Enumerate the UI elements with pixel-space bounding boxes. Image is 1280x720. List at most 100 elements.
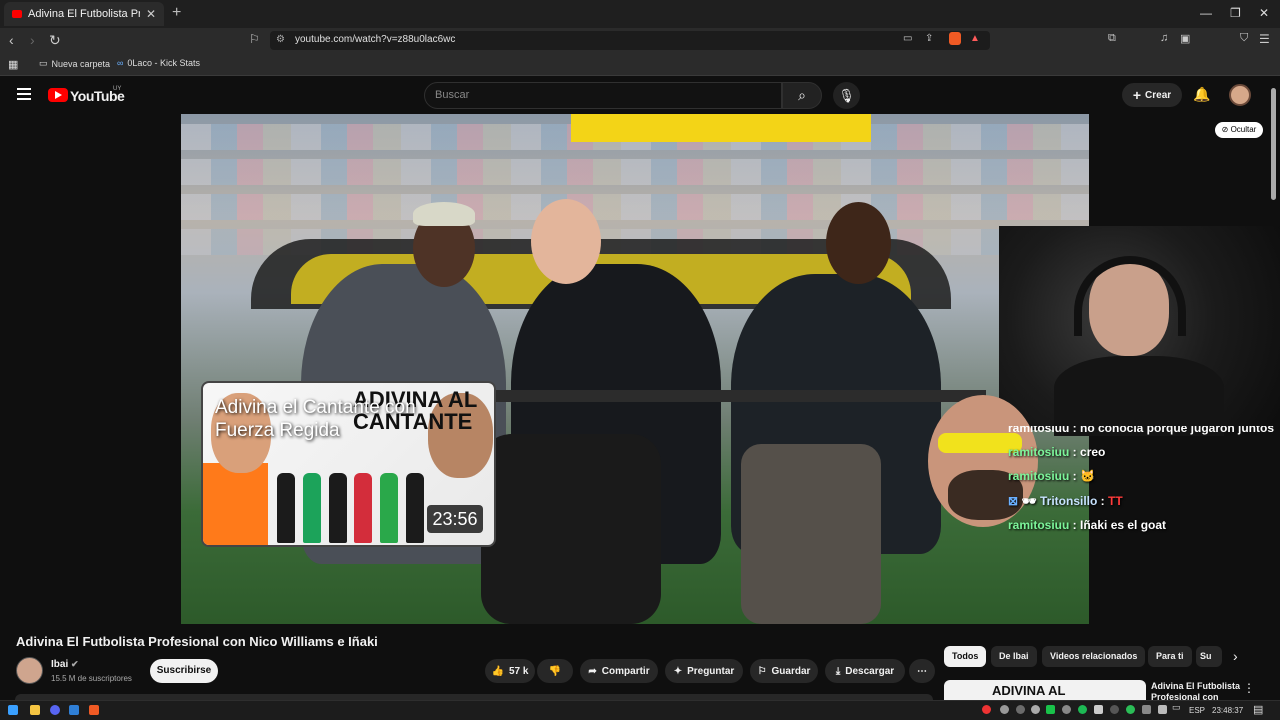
search-input[interactable]: Buscar: [424, 82, 782, 109]
sparkle-icon: ✦: [673, 665, 683, 677]
search-icon: ⌕: [798, 87, 806, 103]
chip-para-ti[interactable]: Para ti: [1148, 646, 1192, 667]
chat-message: ramitosiuu : 🐱: [1008, 469, 1095, 483]
microphone-icon: 🎙: [838, 88, 855, 103]
network-icon[interactable]: [1142, 705, 1151, 714]
account-avatar[interactable]: [1229, 84, 1251, 106]
reload-icon[interactable]: ↻: [49, 32, 61, 49]
download-icon: ⤓: [835, 665, 841, 677]
table: [496, 390, 986, 402]
bookmarks-bar: ▦ ▭ Nueva carpeta ∞ 0Laco - Kick Stats: [0, 52, 1280, 76]
chat-message: ramitosiuu : Iñaki es el goat: [1008, 518, 1167, 532]
microphone-tray-icon[interactable]: [1094, 705, 1103, 714]
notifications-bell-icon[interactable]: 🔔: [1193, 86, 1210, 103]
brave-shield-icon[interactable]: [949, 32, 961, 45]
share-icon: ➦: [588, 665, 597, 677]
chip-de-ibai[interactable]: De Ibai: [991, 646, 1037, 667]
browser-tab[interactable]: Adivina El Futbolista Profesional ✕: [4, 2, 164, 26]
clock[interactable]: 23:48:37: [1212, 706, 1243, 715]
bookmark-icon[interactable]: ⚐: [249, 32, 260, 46]
subscribe-button[interactable]: Suscribirse: [150, 659, 218, 683]
dislike-button[interactable]: 👎: [537, 659, 573, 683]
kick-stats-icon: ∞: [117, 58, 124, 68]
page-scrollbar[interactable]: [1271, 88, 1276, 200]
hide-button[interactable]: ⊘ Ocultar: [1215, 122, 1263, 138]
search-button[interactable]: ⌕: [782, 82, 822, 109]
voice-search-button[interactable]: 🎙: [833, 82, 860, 109]
window-close-icon[interactable]: ✕: [1259, 6, 1269, 20]
new-tab-button[interactable]: +: [172, 4, 181, 22]
overlay-card-duration: 23:56: [427, 505, 483, 533]
chip-next-icon[interactable]: ›: [1233, 648, 1238, 664]
stadium-banner: [571, 114, 871, 142]
app-f-icon[interactable]: [69, 705, 79, 715]
chip-subscriptions[interactable]: Su: [1196, 646, 1222, 667]
tray-icon[interactable]: [1016, 705, 1025, 714]
tray-icon[interactable]: [1000, 705, 1009, 714]
download-button[interactable]: ⤓ Descargar: [825, 659, 905, 683]
taskbar: ▭ ESP 23:48:37 ▤: [0, 700, 1280, 720]
recommended-thumbnail[interactable]: ADIVINA AL: [944, 680, 1146, 700]
browser-tab-bar: Adivina El Futbolista Profesional ✕ + — …: [0, 0, 1280, 28]
tray-icon[interactable]: [1031, 705, 1040, 714]
nvidia-icon[interactable]: [1126, 705, 1135, 714]
notification-center-icon[interactable]: ▤: [1253, 703, 1263, 716]
channel-avatar[interactable]: [16, 657, 43, 684]
brave-rewards-icon[interactable]: ▲: [970, 33, 980, 44]
minimize-icon[interactable]: —: [1200, 6, 1212, 20]
bookmark-kick-stats[interactable]: ∞ 0Laco - Kick Stats: [117, 58, 200, 68]
glasses-emote-icon: 🕶: [1021, 494, 1037, 508]
share-button[interactable]: ➦ Compartir: [580, 659, 658, 683]
language-indicator[interactable]: ESP: [1189, 706, 1205, 715]
thumbs-down-icon: 👎: [548, 665, 562, 677]
chat-message: ramitosiuu : creo: [1008, 445, 1106, 459]
chip-videos-relacionados[interactable]: Videos relacionados: [1042, 646, 1146, 667]
tray-icon-green[interactable]: [1046, 705, 1055, 714]
volume-icon[interactable]: [1158, 705, 1167, 714]
grey-pants: [741, 444, 881, 624]
browser-menu-icon[interactable]: ☰: [1259, 32, 1270, 46]
like-button[interactable]: 👍 57 k: [485, 659, 535, 683]
bookmark-save-icon: ⚐: [757, 665, 767, 677]
music-icon[interactable]: ♫: [1160, 32, 1168, 44]
more-actions-button[interactable]: ⋯: [909, 659, 935, 683]
cast-icon[interactable]: ▭: [903, 33, 912, 44]
spotify-icon[interactable]: [1078, 705, 1087, 714]
more-dots-icon: ⋯: [917, 665, 927, 677]
battery-icon[interactable]: ▭: [1172, 702, 1181, 713]
forward-icon[interactable]: ›: [30, 32, 35, 48]
sidebar-icon[interactable]: ▣: [1180, 32, 1190, 45]
shield-icon[interactable]: ⛉: [1240, 32, 1248, 45]
share-page-icon[interactable]: ⇪: [925, 33, 933, 44]
channel-name[interactable]: Ibai ✔: [51, 659, 79, 670]
apps-grid-icon[interactable]: ▦: [8, 58, 18, 71]
ask-button[interactable]: ✦ Preguntar: [665, 659, 743, 683]
tray-icon[interactable]: [1110, 705, 1119, 714]
restore-icon[interactable]: ❐: [1230, 6, 1241, 20]
tray-icon-red[interactable]: [982, 705, 991, 714]
youtube-logo-icon[interactable]: [48, 88, 68, 102]
back-icon[interactable]: ‹: [9, 32, 14, 48]
bookmark-nueva-carpeta[interactable]: ▭ Nueva carpeta: [39, 58, 110, 69]
subscriber-count: 15.5 M de suscriptores: [51, 674, 132, 683]
recommended-menu-icon[interactable]: ⋮: [1243, 681, 1255, 695]
plus-icon: +: [1132, 87, 1142, 103]
url-text[interactable]: youtube.com/watch?v=z88u0lac6wc: [295, 34, 455, 45]
file-explorer-icon[interactable]: [30, 705, 40, 715]
create-button[interactable]: + Crear: [1122, 83, 1182, 107]
brave-browser-icon[interactable]: [89, 705, 99, 715]
tab-close-icon[interactable]: ✕: [146, 7, 156, 21]
save-button[interactable]: ⚐ Guardar: [750, 659, 818, 683]
verified-badge-icon: ✔: [71, 659, 79, 669]
windows-start-icon[interactable]: [8, 705, 18, 715]
overlay-card-title[interactable]: Adivina el Cantante con Fuerza Regida: [215, 396, 465, 442]
guide-menu-icon[interactable]: [17, 88, 31, 100]
video-player[interactable]: [181, 114, 1089, 624]
discord-icon[interactable]: [50, 705, 60, 715]
black-pants: [481, 434, 661, 624]
chip-todos[interactable]: Todos: [944, 646, 987, 667]
chat-badge-icon: ⊠: [1008, 494, 1019, 508]
site-settings-icon[interactable]: ⚙: [276, 34, 285, 45]
tray-icon[interactable]: [1062, 705, 1071, 714]
extensions-icon[interactable]: ⧉: [1108, 32, 1116, 45]
